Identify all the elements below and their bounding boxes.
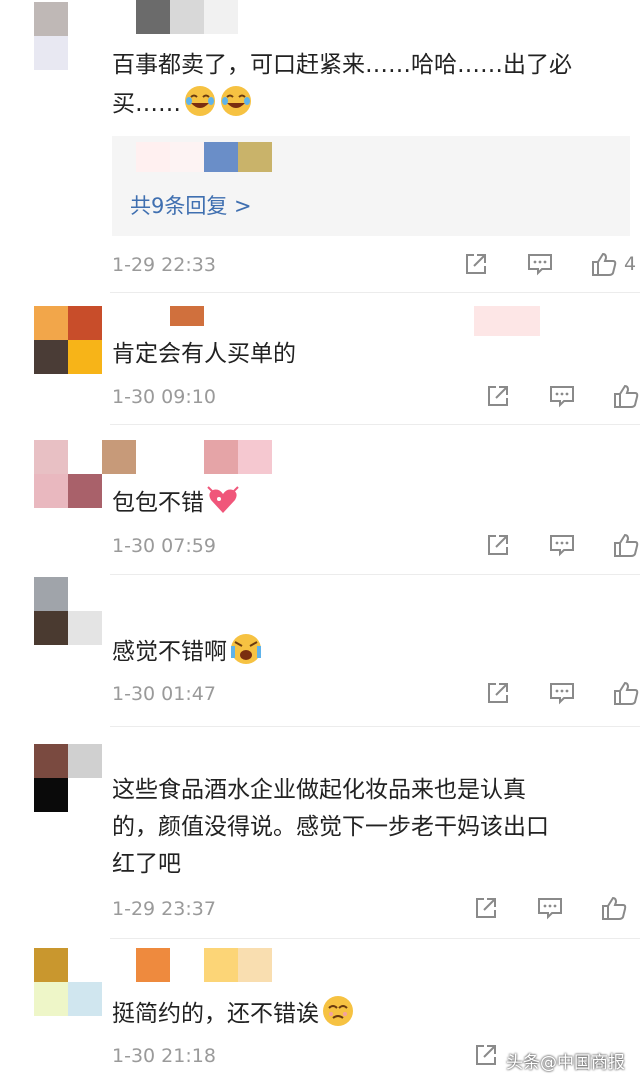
divider bbox=[110, 292, 640, 293]
username-mosaic[interactable] bbox=[170, 306, 204, 326]
comment-text: 这些食品酒水企业做起化妆品来也是认真 的，颜值没得说。感觉下一步老干妈该出口 红… bbox=[112, 777, 549, 877]
laughing-tears-emoji bbox=[185, 86, 215, 116]
reply-count-link[interactable]: 共9条回复 > bbox=[130, 190, 252, 220]
comment-actions bbox=[484, 531, 640, 559]
comment-time: 1-30 07:59 bbox=[112, 535, 216, 557]
like-icon bbox=[614, 533, 639, 557]
comment-icon bbox=[538, 898, 562, 920]
comment-actions bbox=[484, 679, 640, 707]
comment-text: 感觉不错啊 bbox=[112, 632, 632, 671]
share-button[interactable] bbox=[472, 1041, 500, 1069]
comment-time: 1-30 09:10 bbox=[112, 386, 216, 408]
share-button[interactable] bbox=[462, 250, 490, 278]
like-icon bbox=[602, 896, 627, 920]
like-button[interactable] bbox=[600, 894, 628, 922]
watermark: 头条@中国商报 bbox=[506, 1053, 625, 1073]
comment-actions bbox=[484, 382, 640, 410]
comment-time: 1-30 01:47 bbox=[112, 683, 216, 705]
comment-text: 肯定会有人买单的 bbox=[112, 341, 296, 367]
username-mosaic bbox=[474, 306, 540, 336]
avatar[interactable] bbox=[34, 440, 102, 508]
comment-actions: 4 bbox=[462, 250, 636, 278]
share-button[interactable] bbox=[484, 679, 512, 707]
comment-button[interactable] bbox=[536, 894, 564, 922]
laughing-tears-emoji bbox=[221, 86, 251, 116]
comment-icon bbox=[550, 386, 574, 408]
reply-box[interactable]: 共9条回复 > bbox=[112, 136, 630, 236]
share-button[interactable] bbox=[484, 382, 512, 410]
username-mosaic[interactable] bbox=[102, 948, 272, 982]
avatar[interactable] bbox=[34, 744, 102, 812]
hearts-emoji bbox=[207, 486, 239, 513]
comment-button[interactable] bbox=[548, 679, 576, 707]
comment-icon bbox=[550, 683, 574, 705]
share-icon bbox=[488, 535, 508, 555]
like-icon bbox=[592, 252, 617, 276]
comment-time: 1-29 23:37 bbox=[112, 898, 216, 920]
comment-icon bbox=[550, 535, 574, 557]
share-icon bbox=[476, 898, 496, 918]
comment-text: 挺简约的，还不错诶 bbox=[112, 994, 632, 1033]
share-button[interactable] bbox=[484, 531, 512, 559]
like-button[interactable]: 4 bbox=[590, 250, 636, 278]
comment-time: 1-29 22:33 bbox=[112, 254, 216, 276]
avatar[interactable] bbox=[34, 577, 102, 645]
divider bbox=[110, 574, 640, 575]
divider bbox=[110, 726, 640, 727]
avatar[interactable] bbox=[34, 2, 102, 70]
username-mosaic[interactable] bbox=[102, 440, 272, 474]
comment-actions bbox=[472, 1041, 500, 1069]
comment-actions bbox=[472, 894, 628, 922]
share-icon bbox=[476, 1045, 496, 1065]
comment-icon bbox=[528, 254, 552, 276]
like-count: 4 bbox=[624, 253, 637, 275]
divider bbox=[110, 938, 640, 939]
moved-emoji bbox=[323, 996, 353, 1026]
divider bbox=[110, 424, 640, 425]
comment-time: 1-30 21:18 bbox=[112, 1045, 216, 1067]
comment-text: 百事都卖了，可口赶紧来……哈哈……出了必 买…… bbox=[112, 52, 572, 117]
avatar[interactable] bbox=[34, 306, 102, 374]
avatar[interactable] bbox=[34, 948, 102, 1016]
share-button[interactable] bbox=[472, 894, 500, 922]
comment-button[interactable] bbox=[548, 382, 576, 410]
comment-text: 包包不错 bbox=[112, 483, 632, 522]
comment-button[interactable] bbox=[526, 250, 554, 278]
like-icon bbox=[614, 384, 639, 408]
like-icon bbox=[614, 681, 639, 705]
share-icon bbox=[488, 683, 508, 703]
like-button[interactable] bbox=[612, 679, 640, 707]
crying-emoji bbox=[231, 634, 261, 664]
username-mosaic[interactable] bbox=[102, 0, 238, 34]
reply-username-mosaic bbox=[136, 142, 272, 172]
share-icon bbox=[466, 254, 486, 274]
like-button[interactable] bbox=[612, 382, 640, 410]
like-button[interactable] bbox=[612, 531, 640, 559]
share-icon bbox=[488, 386, 508, 406]
comment-button[interactable] bbox=[548, 531, 576, 559]
